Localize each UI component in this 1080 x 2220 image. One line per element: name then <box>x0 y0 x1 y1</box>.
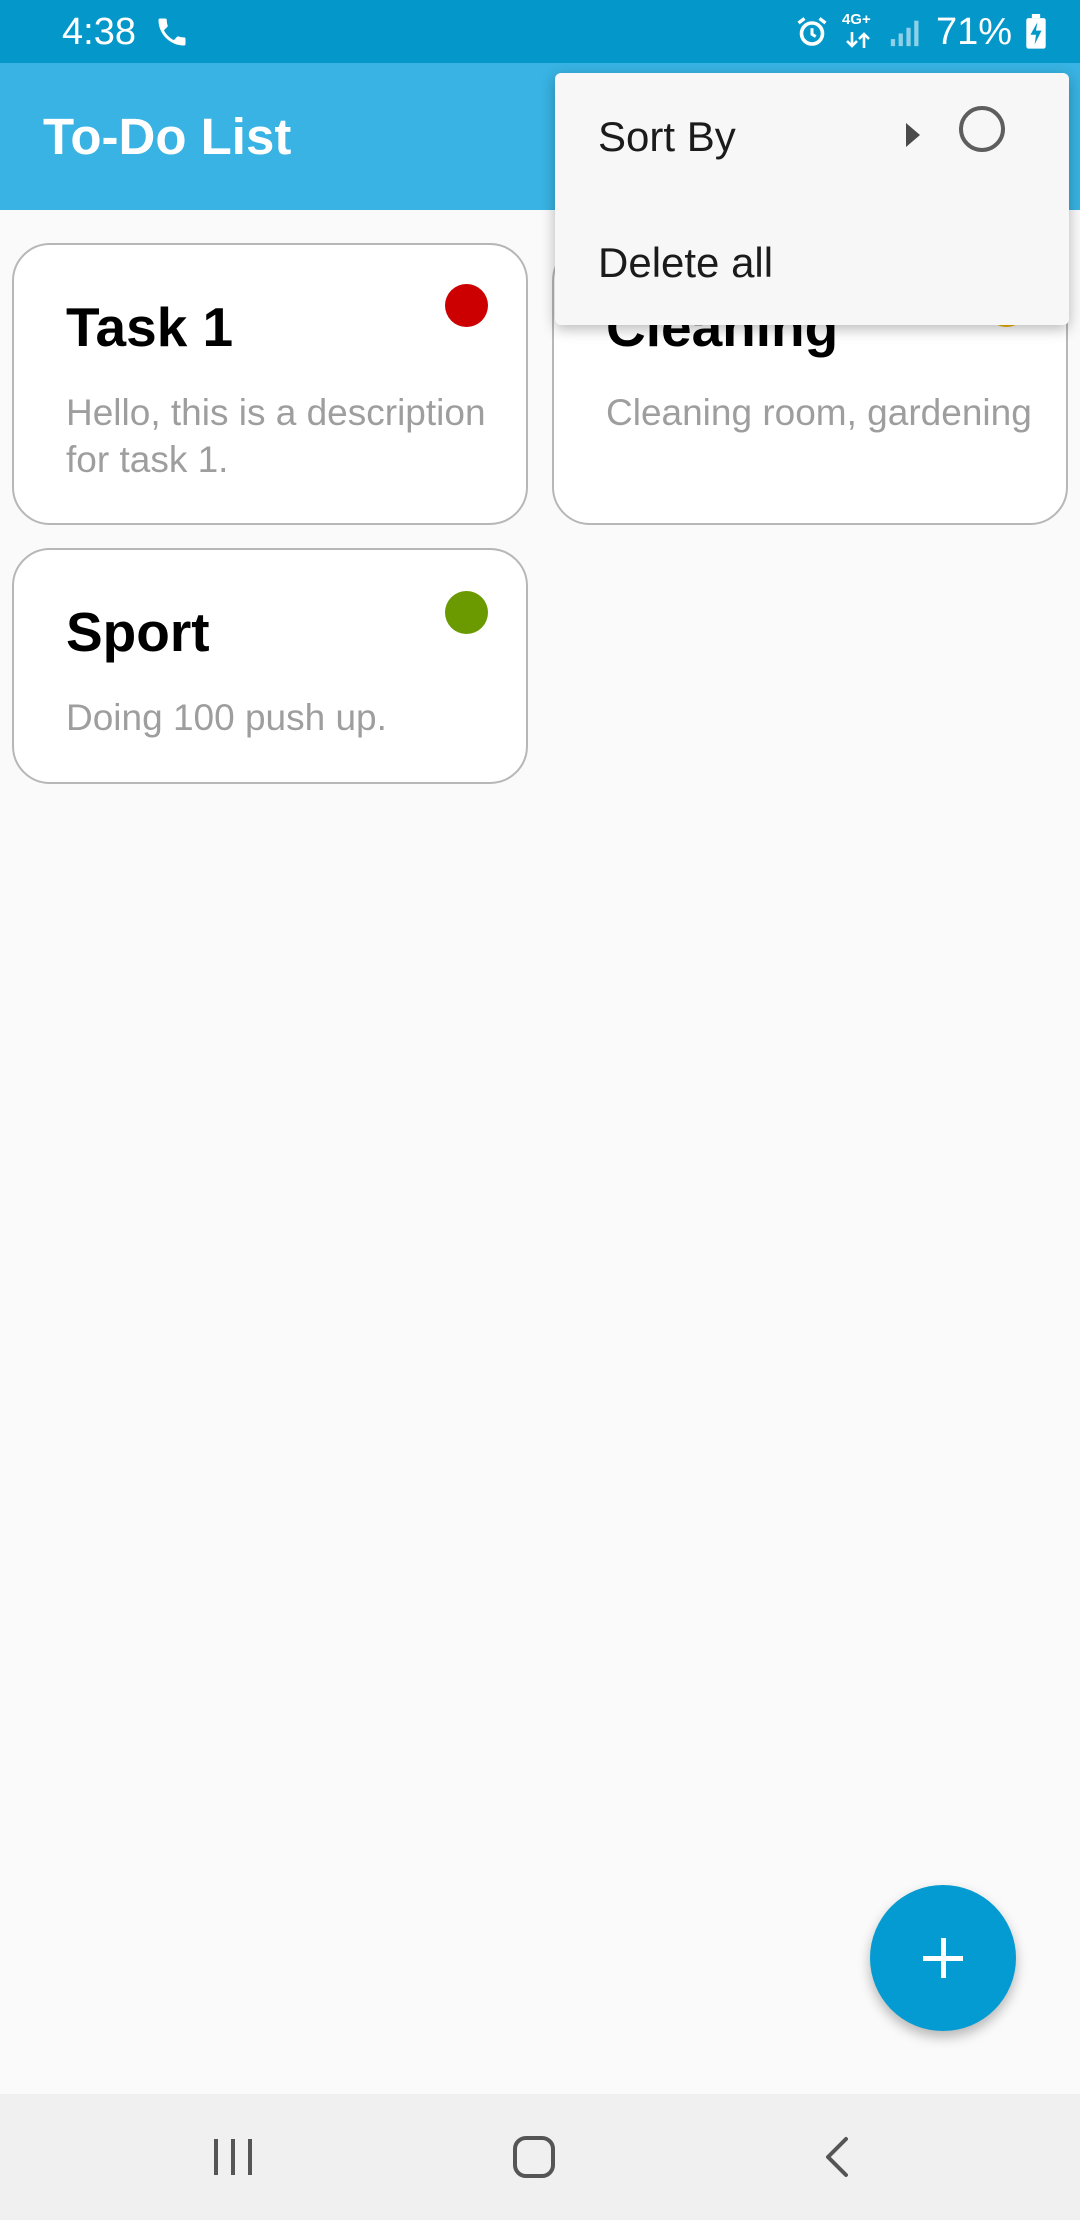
screen: 4:38 4G+ 71% To-Do List Task 1 Hello, th… <box>0 0 1080 2220</box>
back-icon <box>826 2137 848 2177</box>
overflow-menu: Sort By Delete all <box>555 73 1069 325</box>
network-type-label: 4G+ <box>841 11 871 28</box>
back-button[interactable] <box>778 2094 898 2220</box>
menu-item-delete-all[interactable]: Delete all <box>555 199 1069 325</box>
battery-percent: 71% <box>935 11 1012 53</box>
menu-item-label: Sort By <box>598 113 736 160</box>
status-bar: 4:38 4G+ 71% <box>0 0 1080 63</box>
add-task-button[interactable] <box>870 1885 1016 2031</box>
radio-button[interactable] <box>959 106 1005 152</box>
recents-icon <box>214 2139 252 2175</box>
alarm-icon <box>797 17 827 46</box>
task-title: Sport <box>66 601 210 663</box>
priority-dot <box>445 591 488 634</box>
task-card[interactable]: Task 1 Hello, this is a description for … <box>12 243 528 525</box>
recents-button[interactable] <box>173 2094 293 2220</box>
home-icon <box>513 2136 555 2178</box>
phone-icon <box>158 18 186 46</box>
navigation-bar <box>0 2094 1080 2220</box>
task-description: Hello, this is a description for task 1. <box>66 392 486 480</box>
task-description: Doing 100 push up. <box>66 697 387 738</box>
submenu-arrow-icon <box>906 123 920 147</box>
data-arrows-icon <box>846 32 870 48</box>
menu-item-sort-by[interactable]: Sort By <box>555 73 1069 199</box>
status-time: 4:38 <box>62 11 136 53</box>
task-description: Cleaning room, gardening <box>606 392 1032 433</box>
status-icons: 4G+ 71% <box>782 10 1048 54</box>
signal-icon <box>890 20 919 47</box>
network-4g-icon: 4G+ <box>842 12 876 52</box>
plus-icon-vertical <box>941 1938 946 1978</box>
menu-item-label: Delete all <box>598 239 774 286</box>
home-button[interactable] <box>475 2094 595 2220</box>
task-title: Task 1 <box>66 296 234 358</box>
priority-dot <box>445 284 488 327</box>
app-title: To-Do List <box>43 108 292 165</box>
task-card[interactable]: Sport Doing 100 push up. <box>12 548 528 784</box>
battery-charging-icon <box>1026 14 1046 49</box>
